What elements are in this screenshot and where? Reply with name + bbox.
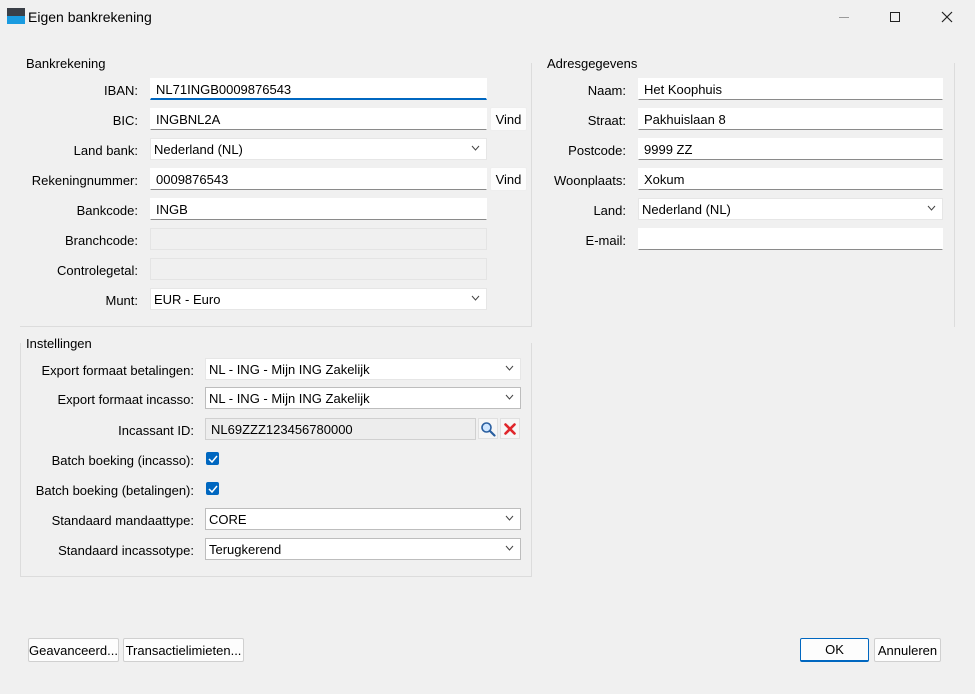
land-value: Nederland (NL): [642, 202, 731, 217]
export-incasso-select[interactable]: NL - ING - Mijn ING Zakelijk: [205, 387, 521, 409]
adresgegevens-group: [531, 63, 955, 327]
munt-value: EUR - Euro: [154, 292, 221, 307]
bankcode-label: Bankcode:: [76, 203, 138, 218]
email-field[interactable]: [638, 228, 943, 250]
munt-select[interactable]: EUR - Euro: [150, 288, 487, 310]
export-betalingen-label: Export formaat betalingen:: [41, 363, 194, 378]
postcode-field[interactable]: 9999 ZZ: [638, 138, 943, 160]
naam-field[interactable]: Het Koophuis: [638, 78, 943, 100]
mandaattype-label: Standaard mandaattype:: [51, 513, 194, 528]
rekeningnummer-field[interactable]: 0009876543: [150, 168, 487, 190]
land-bank-select[interactable]: Nederland (NL): [150, 138, 487, 160]
naam-label: Naam:: [587, 83, 626, 98]
bankrekening-group-title: Bankrekening: [25, 56, 107, 71]
bankcode-field[interactable]: INGB: [150, 198, 487, 220]
postcode-label: Postcode:: [568, 143, 626, 158]
batch-incasso-label: Batch boeking (incasso):: [51, 453, 194, 468]
incassotype-value: Terugkerend: [209, 542, 282, 557]
email-label: E-mail:: [585, 233, 626, 248]
land-select[interactable]: Nederland (NL): [638, 198, 943, 220]
land-bank-label: Land bank:: [73, 143, 138, 158]
maximize-button[interactable]: [872, 0, 918, 34]
export-betalingen-value: NL - ING - Mijn ING Zakelijk: [209, 362, 370, 377]
close-icon: [941, 11, 953, 23]
incassotype-select[interactable]: Terugkerend: [205, 538, 521, 560]
batch-betalingen-label: Batch boeking (betalingen):: [35, 483, 194, 498]
vind-rekeningnummer-button[interactable]: Vind: [490, 167, 527, 191]
close-button[interactable]: [924, 0, 970, 34]
minimize-button[interactable]: [821, 0, 867, 34]
export-incasso-label: Export formaat incasso:: [57, 392, 194, 407]
branchcode-field: [150, 228, 487, 250]
window-title: Eigen bankrekening: [28, 9, 152, 25]
bic-field[interactable]: INGBNL2A: [150, 108, 487, 130]
minimize-icon: [839, 16, 849, 18]
transactielimieten-button[interactable]: Transactielimieten...: [123, 638, 244, 662]
land-label: Land:: [593, 203, 626, 218]
vind-bic-button[interactable]: Vind: [490, 107, 527, 131]
search-icon: [481, 421, 496, 437]
incassant-id-label: Incassant ID:: [118, 423, 194, 438]
export-betalingen-select[interactable]: NL - ING - Mijn ING Zakelijk: [205, 358, 521, 380]
instellingen-group-title: Instellingen: [25, 336, 93, 351]
controlegetal-label: Controlegetal:: [57, 263, 138, 278]
delete-icon: [504, 422, 516, 435]
straat-field[interactable]: Pakhuislaan 8: [638, 108, 943, 130]
app-icon: [7, 8, 25, 24]
woonplaats-label: Woonplaats:: [553, 173, 626, 188]
maximize-icon: [890, 12, 900, 22]
chevron-down-icon: [927, 203, 936, 215]
woonplaats-field[interactable]: Xokum: [638, 168, 943, 190]
iban-field[interactable]: NL71INGB0009876543: [150, 78, 487, 100]
checkmark-icon: [207, 455, 218, 463]
geavanceerd-button[interactable]: Geavanceerd...: [28, 638, 119, 662]
chevron-down-icon: [471, 143, 480, 155]
ok-button[interactable]: OK: [800, 638, 869, 662]
branchcode-label: Branchcode:: [65, 233, 138, 248]
batch-incasso-checkbox[interactable]: [206, 452, 219, 465]
mandaattype-select[interactable]: CORE: [205, 508, 521, 530]
land-bank-value: Nederland (NL): [154, 142, 243, 157]
chevron-down-icon: [505, 363, 514, 375]
straat-label: Straat:: [587, 113, 626, 128]
incassant-id-field[interactable]: NL69ZZZ123456780000: [205, 418, 476, 440]
clear-incassant-button[interactable]: [500, 418, 520, 439]
title-bar: Eigen bankrekening: [0, 0, 975, 34]
checkmark-icon: [207, 485, 218, 493]
chevron-down-icon: [505, 543, 514, 555]
incassotype-label: Standaard incassotype:: [58, 543, 194, 558]
chevron-down-icon: [505, 392, 514, 404]
munt-label: Munt:: [105, 293, 138, 308]
search-incassant-button[interactable]: [478, 418, 498, 439]
chevron-down-icon: [505, 513, 514, 525]
adresgegevens-group-title: Adresgegevens: [546, 56, 639, 71]
annuleren-button[interactable]: Annuleren: [874, 638, 941, 662]
controlegetal-field: [150, 258, 487, 280]
rekeningnummer-label: Rekeningnummer:: [31, 173, 138, 188]
bic-label: BIC:: [112, 113, 138, 128]
export-incasso-value: NL - ING - Mijn ING Zakelijk: [209, 391, 370, 406]
mandaattype-value: CORE: [209, 512, 247, 527]
batch-betalingen-checkbox[interactable]: [206, 482, 219, 495]
iban-label: IBAN:: [104, 83, 138, 98]
chevron-down-icon: [471, 293, 480, 305]
